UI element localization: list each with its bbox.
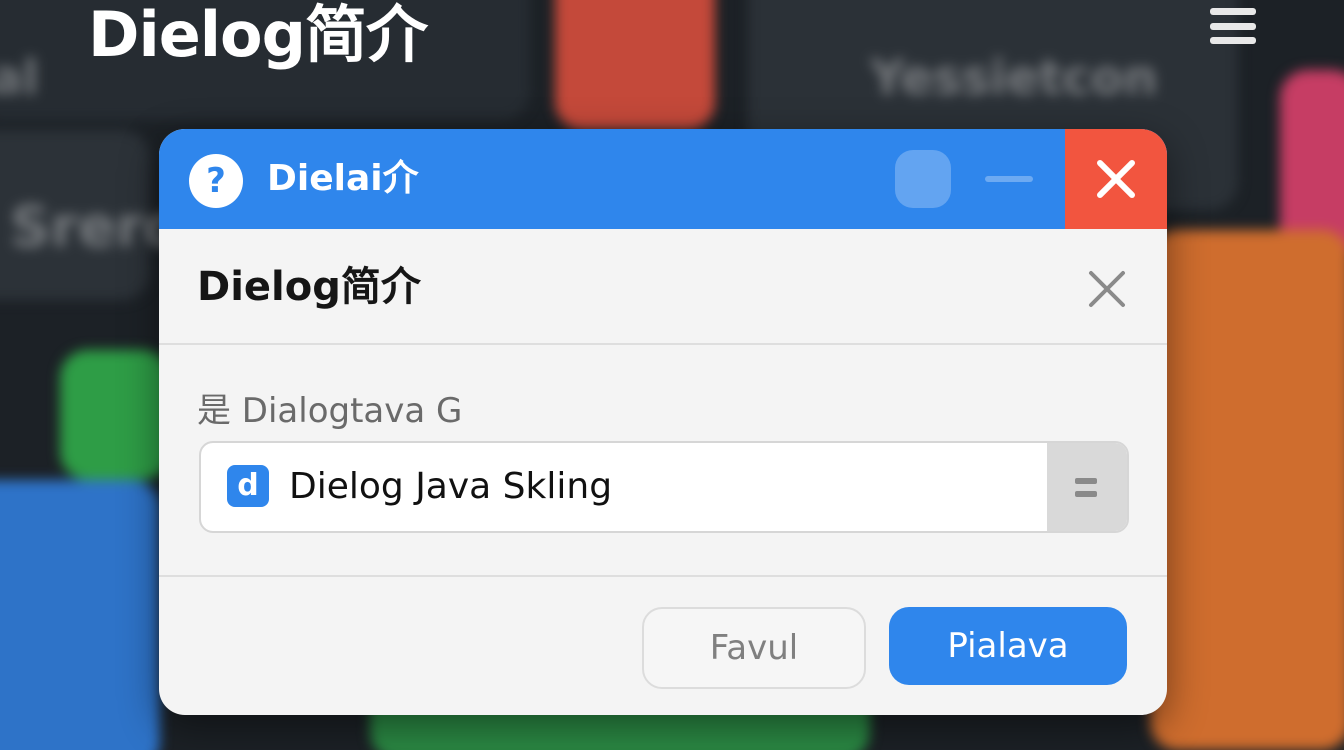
window-titlebar[interactable]: ? Dielai介 [159,129,1167,229]
menu-icon-bar [1210,37,1256,44]
select-value: Dielog Java Skling [289,466,613,507]
restore-button[interactable] [895,150,951,208]
dialog-footer: Favul Pialava [159,577,1167,715]
minimize-button[interactable] [979,159,1039,199]
background-label: Yessietcon [870,50,1158,106]
dialog-close-button[interactable] [1083,265,1131,313]
help-icon: ? [189,154,243,208]
dialog-window: ? Dielai介 Dielog简介 是 Dialogtava G d Diel… [159,129,1167,715]
background-label: al [0,50,39,106]
menu-icon-bar [1210,22,1256,30]
menu-icon-bar [1210,8,1256,15]
handle-icon-bar [1075,491,1097,497]
window-close-button[interactable] [1065,129,1167,229]
app-icon: d [227,465,269,507]
handle-icon-bar [1075,478,1097,484]
primary-button[interactable]: Pialava [889,607,1127,685]
window-title: Dielai介 [267,158,419,199]
dialog-body: 是 Dialogtava G d Dielog Java Skling [159,345,1167,577]
dialog-title: Dielog简介 [197,264,421,310]
close-icon [1089,271,1125,307]
secondary-button[interactable]: Favul [642,607,866,689]
dialog-header: Dielog简介 [159,229,1167,345]
menu-icon[interactable] [1210,8,1256,44]
background-label: Srero [10,195,183,260]
select-toggle[interactable] [1047,443,1127,531]
page-title: Dielog简介 [88,0,428,71]
close-icon [1097,160,1135,198]
option-select[interactable]: d Dielog Java Skling [199,441,1129,533]
prompt-label: 是 Dialogtava G [197,391,463,431]
